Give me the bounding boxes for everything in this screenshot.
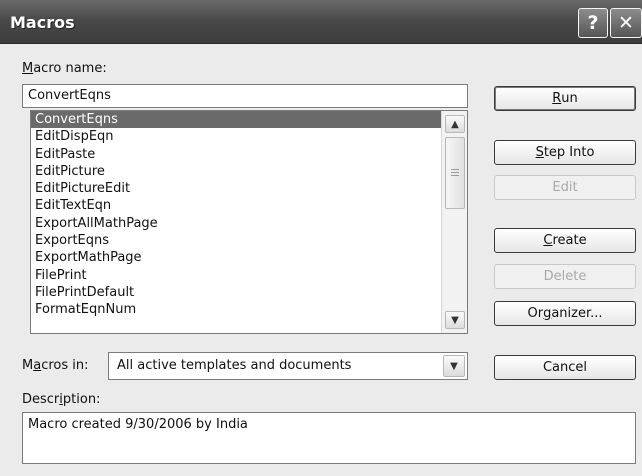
list-scrollbar[interactable]: ▲ ▼ — [441, 111, 467, 333]
macros-in-label: Macros in: — [22, 358, 89, 373]
macros-in-select[interactable]: All active templates and documents ▼ — [108, 352, 468, 380]
macro-name-label: Macro name: — [22, 61, 107, 76]
macro-list[interactable]: ConvertEqns EditDispEqn EditPaste EditPi… — [30, 110, 468, 334]
list-item-edit-disp-eqn[interactable]: EditDispEqn — [31, 128, 441, 145]
run-button[interactable]: Run — [494, 86, 636, 111]
help-button[interactable]: ? — [578, 8, 608, 38]
description-label: Description: — [22, 392, 101, 407]
create-button[interactable]: Create — [494, 228, 636, 253]
list-item-edit-picture-edit[interactable]: EditPictureEdit — [31, 180, 441, 197]
close-button[interactable]: ✕ — [610, 8, 642, 38]
list-item-format-eqn-num[interactable]: FormatEqnNum — [31, 301, 441, 318]
scroll-down-button[interactable]: ▼ — [445, 311, 465, 329]
close-icon: ✕ — [618, 11, 634, 34]
delete-button[interactable]: Delete — [494, 264, 636, 289]
cancel-button[interactable]: Cancel — [494, 355, 636, 380]
list-item-convert-eqns[interactable]: ConvertEqns — [31, 111, 441, 129]
list-item-edit-picture[interactable]: EditPicture — [31, 163, 441, 180]
chevron-up-icon: ▲ — [451, 118, 459, 130]
list-item-edit-text-eqn[interactable]: EditTextEqn — [31, 197, 441, 214]
list-item-file-print-default[interactable]: FilePrintDefault — [31, 284, 441, 301]
macro-name-input[interactable]: ConvertEqns — [22, 84, 468, 108]
list-item-export-math-page[interactable]: ExportMathPage — [31, 249, 441, 266]
list-item-file-print[interactable]: FilePrint — [31, 267, 441, 284]
dialog-title: Macros — [10, 13, 75, 32]
macros-in-dropdown-button[interactable]: ▼ — [443, 355, 465, 377]
list-item-export-eqns[interactable]: ExportEqns — [31, 232, 441, 249]
chevron-down-icon: ▼ — [451, 314, 459, 326]
organizer-button[interactable]: Or g anizer... — [494, 301, 636, 326]
scroll-up-button[interactable]: ▲ — [445, 115, 465, 133]
list-item-edit-paste[interactable]: EditPaste — [31, 146, 441, 163]
scroll-thumb[interactable] — [445, 137, 465, 209]
step-into-button[interactable]: Step Into — [494, 140, 636, 165]
title-bar[interactable]: Macros ? ✕ — [0, 0, 642, 44]
chevron-down-icon: ▼ — [450, 360, 458, 372]
edit-button[interactable]: Edit — [494, 175, 636, 200]
macros-in-value: All active templates and documents — [117, 358, 352, 373]
grip-icon — [451, 169, 459, 177]
macros-dialog: Macros ? ✕ Macro name: ConvertEqns Conve… — [0, 0, 642, 476]
help-icon: ? — [587, 11, 599, 34]
description-field: Macro created 9/30/2006 by India — [22, 412, 636, 464]
list-item-export-all-math-page[interactable]: ExportAllMathPage — [31, 215, 441, 232]
